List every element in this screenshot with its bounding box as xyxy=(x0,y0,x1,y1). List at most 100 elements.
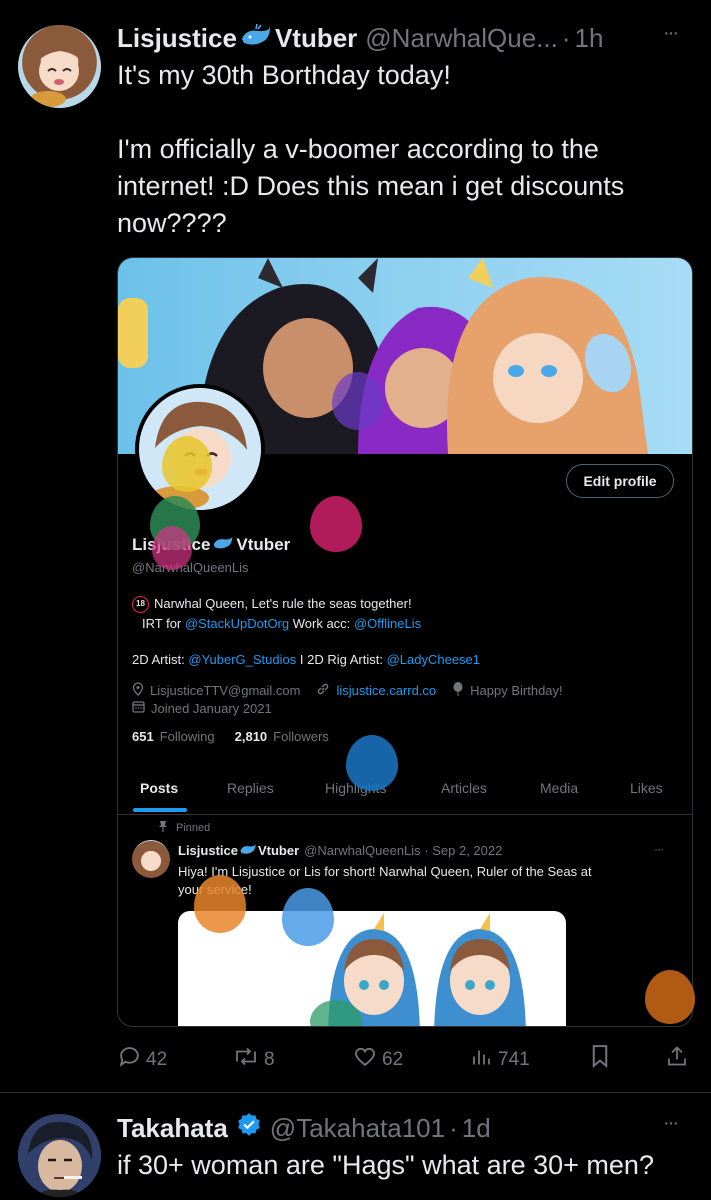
balloon-icon xyxy=(452,682,464,699)
tweet-header: Lisjustice Vtuber @NarwhalQue... · 1h xyxy=(117,20,697,56)
reply-author-name[interactable]: Takahata xyxy=(117,1113,228,1144)
artist-credits: 2D Artist: @YuberG_Studios I 2D Rig Arti… xyxy=(132,652,480,667)
bookmark-icon xyxy=(589,1044,611,1075)
joined-date: Joined January 2021 xyxy=(151,700,272,716)
more-options-button[interactable]: ··· xyxy=(663,22,679,45)
whale-icon xyxy=(239,842,257,858)
whale-icon xyxy=(212,534,234,555)
followers-label[interactable]: Followers xyxy=(273,729,329,744)
reply-author-handle[interactable]: @Takahata101 xyxy=(270,1113,445,1144)
pinned-indicator: Pinned xyxy=(158,820,210,835)
tweet-text-line: internet! :D Does this mean i get discou… xyxy=(117,171,625,201)
blue-balloon-decoration xyxy=(346,735,398,791)
pinned-media xyxy=(178,911,566,1026)
profile-email: LisjusticeTTV@gmail.com xyxy=(150,683,301,698)
profile-website[interactable]: lisjustice.carrd.co xyxy=(336,683,436,698)
share-button[interactable] xyxy=(665,1044,689,1075)
tab-media[interactable]: Media xyxy=(540,780,578,796)
share-icon xyxy=(665,1044,689,1075)
profile-birthday: Happy Birthday! xyxy=(470,683,563,698)
verified-badge-icon xyxy=(236,1112,262,1145)
pinned-meta: @NarwhalQueenLis · Sep 2, 2022 xyxy=(304,842,503,858)
tweet-text-line: now???? xyxy=(117,208,227,238)
bio-line: Narwhal Queen, Let's rule the seas toget… xyxy=(154,596,412,611)
tweet-divider xyxy=(0,1092,711,1093)
like-button[interactable]: 62 xyxy=(352,1044,403,1075)
author-handle[interactable]: @NarwhalQue... xyxy=(365,23,558,54)
pinned-avatar xyxy=(132,840,170,878)
artist-label: 2D Artist: xyxy=(132,652,185,667)
purple-balloon-decoration xyxy=(332,372,384,430)
profile-name-suffix: Vtuber xyxy=(236,534,291,554)
profile-tabs: Posts Replies Highlights Articles Media … xyxy=(118,768,692,815)
location-pin-icon xyxy=(132,682,144,699)
pinned-media-art xyxy=(328,913,526,1026)
like-count: 62 xyxy=(382,1048,404,1070)
author-avatar[interactable] xyxy=(18,25,101,108)
joined-row: Joined January 2021 xyxy=(132,700,272,716)
followers-count[interactable]: 2,810 xyxy=(235,729,268,744)
profile-bio: 18 Narwhal Queen, Let's rule the seas to… xyxy=(132,594,672,634)
edit-profile-button[interactable]: Edit profile xyxy=(566,464,674,498)
bookmark-button[interactable] xyxy=(589,1044,611,1075)
bio-work: Work acc: xyxy=(292,616,351,631)
artist-link[interactable]: @YuberG_Studios xyxy=(188,652,296,667)
reply-count: 42 xyxy=(146,1048,168,1070)
yellow-balloon-decoration xyxy=(162,436,212,492)
bio-irt-link[interactable]: @StackUpDotOrg xyxy=(185,616,289,631)
pinned-text: Hiya! I'm Lisjustice or Lis for short! N… xyxy=(178,863,678,899)
takahata-avatar-art xyxy=(18,1114,101,1197)
pinned-more-button: ··· xyxy=(654,842,664,856)
calendar-icon xyxy=(132,700,145,716)
age-18-icon: 18 xyxy=(132,595,149,613)
lightblue-balloon-decoration xyxy=(282,888,334,946)
link-icon xyxy=(316,682,330,699)
rig-link[interactable]: @LadyCheese1 xyxy=(387,652,480,667)
brown-balloon-decoration xyxy=(645,970,695,1024)
pink-balloon-decoration xyxy=(152,526,192,570)
tab-likes[interactable]: Likes xyxy=(630,780,663,796)
retweet-count: 8 xyxy=(264,1048,275,1070)
vtuber-avatar-art xyxy=(30,36,86,107)
tweet-text: It's my 30th Borthday today! I'm officia… xyxy=(117,57,697,242)
tweet-text-line: I'm officially a v-boomer according to t… xyxy=(117,134,599,164)
magenta-balloon-decoration xyxy=(310,496,362,552)
tweet-time[interactable]: 1h xyxy=(575,23,604,54)
reply-icon xyxy=(117,1044,142,1075)
following-count[interactable]: 651 xyxy=(132,729,154,744)
tab-posts[interactable]: Posts xyxy=(140,780,178,796)
pinned-name-suffix: Vtuber xyxy=(257,842,300,858)
reply-button[interactable]: 42 xyxy=(117,1044,167,1075)
views-count: 741 xyxy=(498,1048,530,1070)
pinned-text-line: your service! xyxy=(178,882,252,897)
tab-articles[interactable]: Articles xyxy=(441,780,487,796)
attached-image[interactable]: Edit profile Lisjustice Vtuber @NarwhalQ… xyxy=(117,257,693,1027)
reply-author-avatar[interactable] xyxy=(18,1114,101,1197)
follow-stats: 651 Following 2,810 Followers xyxy=(132,729,329,744)
author-name[interactable]: Lisjustice xyxy=(117,23,237,54)
rig-label: I 2D Rig Artist: xyxy=(299,652,383,667)
retweet-icon xyxy=(232,1044,260,1075)
profile-handle: @NarwhalQueenLis xyxy=(132,560,249,575)
active-tab-indicator xyxy=(133,808,187,812)
heart-icon xyxy=(352,1044,378,1075)
bio-irt: IRT for xyxy=(142,616,182,631)
views-chart-icon xyxy=(470,1044,494,1075)
profile-meta-row: LisjusticeTTV@gmail.com lisjustice.carrd… xyxy=(132,682,563,699)
reply-time[interactable]: 1d xyxy=(462,1113,491,1144)
following-label[interactable]: Following xyxy=(160,729,215,744)
tab-replies[interactable]: Replies xyxy=(227,780,274,796)
pin-icon xyxy=(158,820,168,835)
pinned-text-line: Hiya! I'm Lisjustice or Lis for short! N… xyxy=(178,864,592,879)
reply-text: if 30+ woman are "Hags" what are 30+ men… xyxy=(117,1150,654,1180)
tweet-text-line: It's my 30th Borthday today! xyxy=(117,60,451,90)
orange-balloon-decoration xyxy=(194,875,246,933)
bio-work-link[interactable]: @OfflineLis xyxy=(354,616,421,631)
reply-more-options-button[interactable]: ··· xyxy=(663,1112,679,1135)
separator-dot: · xyxy=(449,1112,458,1143)
reply-header: Takahata @Takahata101 · 1d xyxy=(117,1110,677,1146)
pinned-header: Lisjustice Vtuber @NarwhalQueenLis · Sep… xyxy=(178,842,502,858)
views-button[interactable]: 741 xyxy=(470,1044,530,1075)
author-name-suffix[interactable]: Vtuber xyxy=(275,23,357,54)
retweet-button[interactable]: 8 xyxy=(232,1044,275,1075)
